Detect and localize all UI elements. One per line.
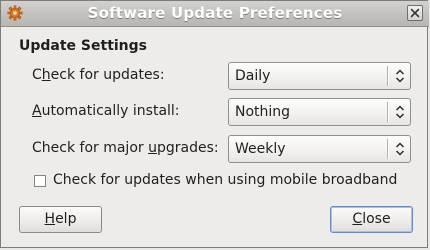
window-title: Software Update Preferences (87, 4, 343, 22)
close-icon[interactable] (407, 5, 423, 21)
mobile-broadband-label[interactable]: Check for updates when using mobile broa… (53, 172, 397, 188)
label-text: Check for major (32, 140, 149, 156)
up-down-arrows-icon (395, 142, 405, 156)
up-down-arrows-icon (395, 105, 405, 119)
mobile-broadband-checkbox[interactable] (34, 175, 46, 187)
major-upgrades-combo[interactable]: Weekly (228, 135, 411, 163)
help-button[interactable]: Help (19, 206, 102, 233)
combo-separator (387, 139, 388, 159)
up-down-arrows-icon (395, 69, 405, 83)
close-button[interactable]: Close (330, 206, 413, 233)
label-mnemonic: h (41, 67, 51, 83)
button-mnemonic: H (44, 211, 56, 227)
combo-value: Weekly (235, 141, 286, 157)
button-text: elp (55, 211, 77, 227)
automatically-install-label: Automatically install: (32, 103, 180, 119)
label-text: eck for updates: (50, 67, 165, 83)
preferences-window: Software Update Preferences Update Setti… (0, 0, 429, 248)
automatically-install-combo[interactable]: Nothing (228, 98, 411, 126)
button-mnemonic: C (352, 211, 363, 227)
label-text: pgrades: (156, 140, 219, 156)
major-upgrades-label: Check for major upgrades: (32, 140, 219, 156)
section-heading: Update Settings (19, 38, 148, 54)
check-for-updates-combo[interactable]: Daily (228, 62, 411, 90)
label-mnemonic: u (148, 140, 157, 156)
check-for-updates-label: Check for updates: (32, 67, 165, 83)
label-text: C (32, 67, 42, 83)
combo-value: Nothing (235, 104, 291, 120)
label-mnemonic: A (32, 103, 42, 119)
title-bar[interactable]: Software Update Preferences (1, 1, 429, 27)
label-text: utomatically install: (41, 103, 180, 119)
button-text: lose (362, 211, 391, 227)
combo-separator (387, 66, 388, 86)
combo-value: Daily (235, 68, 271, 84)
combo-separator (387, 102, 388, 122)
